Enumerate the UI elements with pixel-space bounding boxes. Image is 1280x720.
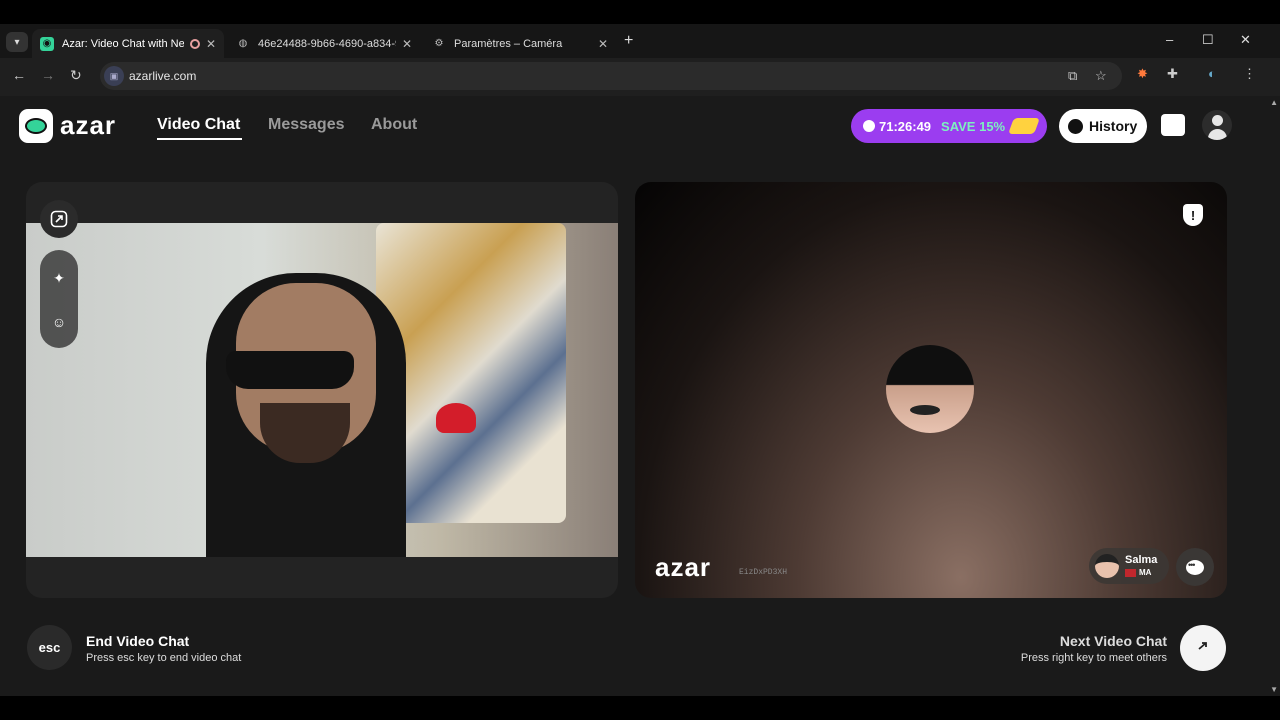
- nav-about[interactable]: About: [371, 116, 417, 134]
- nav-messages[interactable]: Messages: [268, 116, 345, 134]
- close-tab-icon[interactable]: ✕: [598, 37, 608, 51]
- local-camera-feed: [26, 223, 618, 557]
- promo-save: SAVE 15%: [941, 118, 1006, 134]
- globe-icon: ◍: [238, 38, 248, 49]
- tab-search-button[interactable]: ▾: [6, 32, 28, 52]
- azar-logo-icon[interactable]: [19, 109, 53, 143]
- azar-watermark: azar: [655, 552, 712, 582]
- promo-badge[interactable]: 71:26:49 SAVE 15%: [851, 109, 1047, 143]
- azar-favicon-icon: ◉: [40, 36, 54, 51]
- nav-video-chat[interactable]: Video Chat: [157, 116, 240, 134]
- close-tab-icon[interactable]: ✕: [402, 37, 412, 51]
- page-content: ▲ ▼ azar Video Chat Messages About 71:26…: [0, 96, 1280, 696]
- profile-icon[interactable]: ◐: [1208, 66, 1216, 81]
- gear-icon: ⚙: [434, 38, 444, 49]
- scrollbar[interactable]: ▲ ▼: [1268, 96, 1280, 696]
- next-chat-title: Next Video Chat: [1059, 633, 1167, 649]
- expand-icon[interactable]: [40, 200, 78, 238]
- tab-azar[interactable]: ◉ Azar: Video Chat with New ✕: [32, 29, 224, 58]
- promo-timer: 71:26:49: [879, 118, 932, 134]
- peer-name: Salma: [1125, 554, 1158, 566]
- address-row: ← → ↻ ▣ azarlive.com ⧉ ☆ ✸ ✚ ◐ ⋮: [0, 58, 1280, 96]
- next-arrow-icon: [1198, 642, 1207, 650]
- chat-button[interactable]: [1176, 548, 1214, 586]
- address-bar[interactable]: ▣ azarlive.com ⧉ ☆: [100, 62, 1122, 90]
- magic-wand-icon[interactable]: ✦: [49, 268, 69, 288]
- site-camera-icon[interactable]: ▣: [104, 66, 124, 86]
- tab-strip: ▾ ◉ Azar: Video Chat with New ✕ ◍ 46e244…: [0, 24, 1280, 58]
- new-tab-button[interactable]: +: [624, 32, 633, 50]
- peer-avatar: [1095, 554, 1119, 578]
- extension-icon[interactable]: ✸: [1137, 66, 1148, 82]
- clock-icon: [863, 120, 875, 132]
- sunglasses-image: [226, 351, 354, 389]
- peer-video-panel: ! azar EizDxPD3XH Salma MA: [635, 182, 1227, 598]
- recording-icon: [189, 38, 200, 49]
- extensions-puzzle-icon[interactable]: ✚: [1167, 66, 1178, 82]
- tab-title: 46e24488-9b66-4690-a834-96: [258, 37, 396, 50]
- effects-toolbar: ✦ ☺: [40, 250, 78, 348]
- gem-icon: [1008, 118, 1040, 134]
- peer-country: MA: [1139, 568, 1152, 577]
- next-chat-button[interactable]: [1180, 625, 1226, 671]
- end-chat-title: End Video Chat: [86, 633, 190, 649]
- menu-kebab-icon[interactable]: ⋮: [1243, 66, 1256, 82]
- close-window-button[interactable]: ✕: [1240, 32, 1251, 48]
- nav-active-underline: [157, 138, 242, 140]
- tab-camera-settings[interactable]: ⚙ Paramètres – Caméra ✕: [424, 29, 616, 58]
- tab-uuid[interactable]: ◍ 46e24488-9b66-4690-a834-96 ✕: [228, 29, 420, 58]
- end-chat-button[interactable]: esc: [27, 625, 72, 670]
- local-video-panel: ✦ ☺: [26, 182, 618, 598]
- maximize-button[interactable]: ☐: [1202, 32, 1214, 48]
- url-text[interactable]: azarlive.com: [129, 69, 196, 83]
- browser-chrome: ▾ ◉ Azar: Video Chat with New ✕ ◍ 46e244…: [0, 24, 1280, 96]
- history-button[interactable]: History: [1059, 109, 1147, 143]
- scroll-down-icon[interactable]: ▼: [1270, 685, 1278, 694]
- forward-button[interactable]: →: [41, 67, 55, 83]
- reload-button[interactable]: ↻: [70, 67, 82, 84]
- install-app-icon[interactable]: ⧉: [1068, 68, 1077, 84]
- close-tab-icon[interactable]: ✕: [206, 37, 216, 51]
- brand-name[interactable]: azar: [60, 110, 116, 141]
- bookmark-star-icon[interactable]: ☆: [1095, 68, 1107, 84]
- morocco-flag-icon: [1125, 569, 1136, 577]
- chat-bubble-icon: [1186, 559, 1204, 575]
- watermark-code: EizDxPD3XH: [739, 568, 788, 577]
- back-button[interactable]: ←: [12, 67, 26, 83]
- history-clock-icon: [1068, 118, 1083, 134]
- tab-title: Paramètres – Caméra: [454, 37, 563, 50]
- peer-info-chip[interactable]: Salma MA: [1089, 548, 1169, 584]
- peer-profile-photo: [886, 345, 974, 433]
- scroll-up-icon[interactable]: ▲: [1270, 98, 1278, 107]
- store-icon[interactable]: [1161, 114, 1185, 136]
- screen-bottom-bar: [0, 696, 1280, 720]
- next-chat-hint: Press right key to meet others: [1020, 652, 1167, 664]
- screen-top-bar: [0, 0, 1280, 24]
- report-shield-icon[interactable]: !: [1183, 204, 1203, 226]
- end-chat-hint: Press esc key to end video chat: [86, 652, 242, 664]
- red-cap-image: [436, 403, 476, 433]
- history-label: History: [1089, 118, 1138, 134]
- user-avatar[interactable]: [1202, 110, 1232, 140]
- minimize-button[interactable]: –: [1166, 32, 1173, 47]
- face-sticker-icon[interactable]: ☺: [49, 312, 69, 332]
- tab-title: Azar: Video Chat with New: [62, 37, 184, 50]
